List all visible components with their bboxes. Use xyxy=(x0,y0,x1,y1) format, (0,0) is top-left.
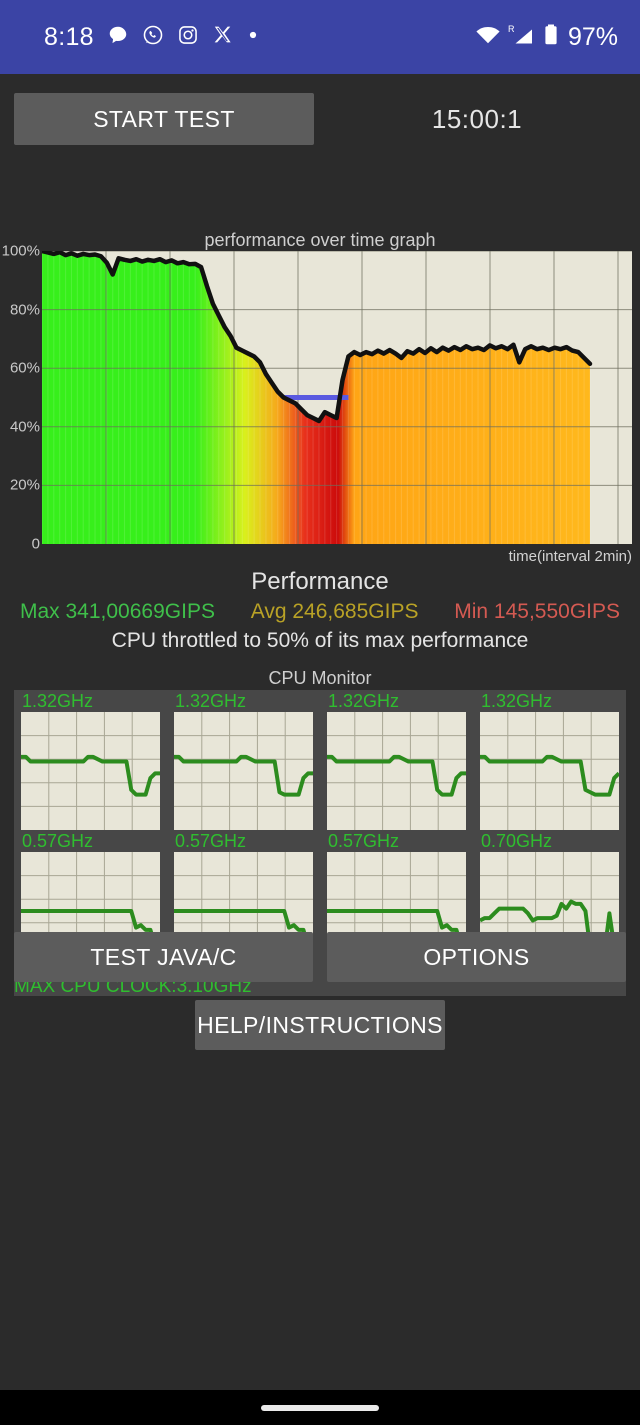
cpu-core-freq-6: 0.57GHz xyxy=(175,831,247,851)
gesture-pill[interactable] xyxy=(261,1405,379,1411)
performance-avg: Avg 246,685GIPS xyxy=(250,600,419,623)
cpu-core-freq-1: 1.32GHz xyxy=(22,691,94,711)
phone-screen: 8:18 R 97% START TEST 15:00:1 performanc… xyxy=(0,0,640,1425)
y-tick-80: 80% xyxy=(9,301,40,319)
cpu-core-row-1: 1.32GHz 1.32GHz 1.32GHz 1.32GHz xyxy=(14,690,626,830)
performance-stats: Max 341,00669GIPS Avg 246,685GIPS Min 14… xyxy=(0,600,640,624)
cpu-core-graph-2 xyxy=(174,712,313,830)
test-java-c-button[interactable]: TEST JAVA/C xyxy=(14,932,313,982)
cpu-core-freq-8: 0.70GHz xyxy=(481,831,553,851)
cpu-core-freq-2: 1.32GHz xyxy=(175,691,247,711)
wifi-icon xyxy=(475,24,501,51)
system-nav-bar xyxy=(0,1390,640,1425)
cpu-monitor-title: CPU Monitor xyxy=(268,668,372,688)
performance-section-title: Performance xyxy=(251,568,389,595)
dot-icon xyxy=(246,28,260,47)
status-bar-left: 8:18 xyxy=(44,23,475,52)
y-tick-20: 20% xyxy=(9,476,40,494)
battery-icon xyxy=(543,23,559,52)
cpu-core-graph-1 xyxy=(21,712,160,830)
app-content: START TEST 15:00:1 performance over time… xyxy=(0,74,640,1390)
cpu-core-graph-4 xyxy=(480,712,619,830)
test-timer: 15:00:1 xyxy=(431,103,523,134)
x-twitter-icon xyxy=(212,24,233,50)
chart-plot-area xyxy=(42,251,632,544)
svg-text:R: R xyxy=(508,24,515,34)
performance-chart: 100% 80% 60% 40% 20% 0 time(interval 2mi… xyxy=(0,242,640,565)
chart-y-axis: 100% 80% 60% 40% 20% 0 xyxy=(0,242,40,562)
battery-percent-label: 97% xyxy=(567,22,618,51)
chart-x-axis-label: time(interval 2min) xyxy=(508,548,632,565)
y-tick-0: 0 xyxy=(31,535,40,553)
whatsapp-icon xyxy=(142,24,164,51)
status-bar-right: R 97% xyxy=(475,23,618,52)
toolbar: START TEST 15:00:1 xyxy=(0,92,640,146)
cpu-core-cell-2: 1.32GHz xyxy=(167,690,320,830)
y-tick-60: 60% xyxy=(9,359,40,377)
throttle-note: CPU throttled to 50% of its max performa… xyxy=(111,629,529,652)
cpu-core-cell-1: 1.32GHz xyxy=(14,690,167,830)
cpu-core-graph-3 xyxy=(327,712,466,830)
help-instructions-button[interactable]: HELP/INSTRUCTIONS xyxy=(195,1000,445,1050)
start-test-button[interactable]: START TEST xyxy=(14,93,314,145)
cell-signal-roaming-icon: R xyxy=(507,23,537,52)
cpu-core-cell-4: 1.32GHz xyxy=(473,690,626,830)
cpu-core-cell-3: 1.32GHz xyxy=(320,690,473,830)
y-tick-40: 40% xyxy=(9,418,40,436)
y-tick-100: 100% xyxy=(1,242,40,260)
options-button[interactable]: OPTIONS xyxy=(327,932,626,982)
cpu-core-freq-7: 0.57GHz xyxy=(328,831,400,851)
cpu-core-freq-5: 0.57GHz xyxy=(22,831,94,851)
cpu-core-freq-4: 1.32GHz xyxy=(481,691,553,711)
performance-min: Min 145,550GIPS xyxy=(454,600,620,623)
action-button-row: TEST JAVA/C OPTIONS xyxy=(0,932,640,982)
help-button-row: HELP/INSTRUCTIONS xyxy=(0,1000,640,1050)
performance-max: Max 341,00669GIPS xyxy=(20,600,215,623)
status-bar: 8:18 R 97% xyxy=(0,0,640,74)
cpu-core-freq-3: 1.32GHz xyxy=(328,691,400,711)
chat-bubble-icon xyxy=(107,24,129,51)
instagram-icon xyxy=(177,24,199,51)
status-clock: 8:18 xyxy=(44,22,94,51)
cpu-core-grid: 1.32GHz 1.32GHz 1.32GHz 1.32GHz 0.57GHz … xyxy=(14,690,626,970)
